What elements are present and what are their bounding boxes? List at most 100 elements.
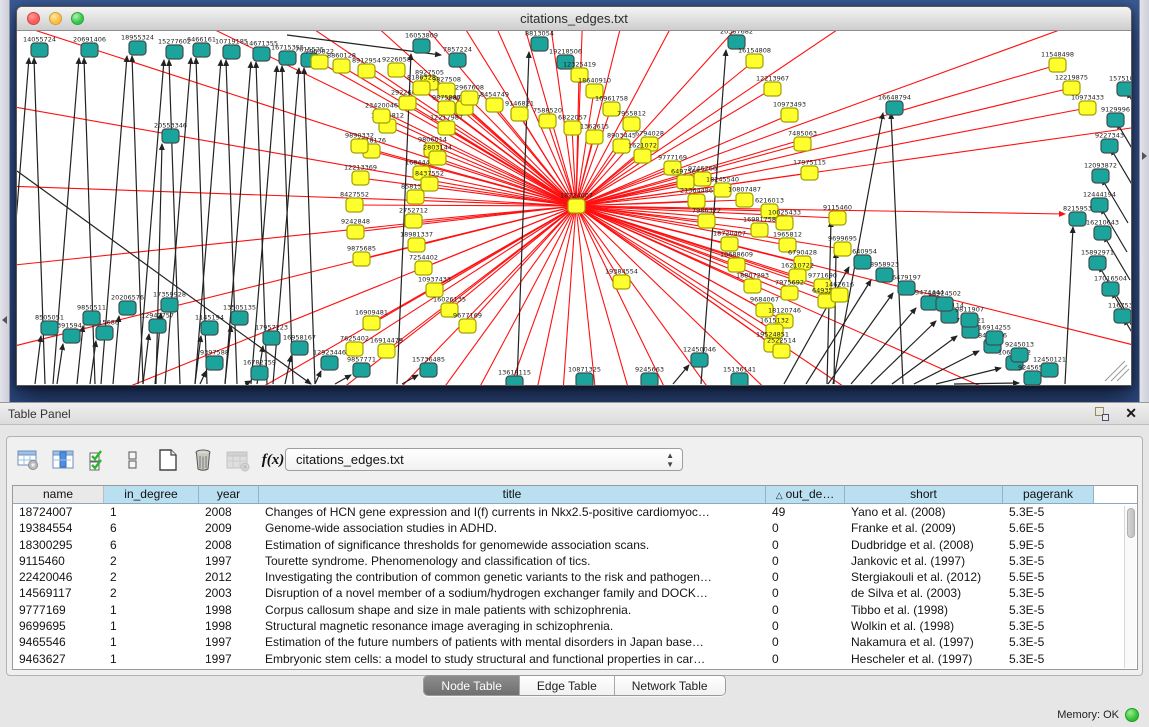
citation-network-graph[interactable]: 1405572420691406189553241527760264661611… bbox=[17, 31, 1131, 385]
svg-text:13618115: 13618115 bbox=[498, 369, 531, 377]
close-panel-icon[interactable]: ✕ bbox=[1125, 405, 1137, 422]
table-row[interactable]: 977716911998Corpus callosum shape and si… bbox=[13, 602, 1137, 618]
vertical-scrollbar[interactable] bbox=[1124, 506, 1136, 668]
table-row[interactable]: 911546021997Tourette syndrome. Phenomeno… bbox=[13, 553, 1137, 569]
table-row[interactable]: 1830029562008Estimation of significance … bbox=[13, 537, 1137, 553]
svg-text:17975115: 17975115 bbox=[793, 159, 826, 167]
graph-node-yellow[interactable]: 9146821 bbox=[505, 100, 534, 122]
network-window[interactable]: citations_edges.txt 14055724 20691406 1895… bbox=[16, 6, 1132, 386]
column-header-title[interactable]: title bbox=[259, 486, 766, 503]
collapse-left-icon[interactable] bbox=[2, 316, 7, 324]
column-header-year[interactable]: year bbox=[199, 486, 259, 503]
graph-node-teal[interactable]: 13618115 bbox=[498, 369, 531, 386]
svg-text:16909481: 16909481 bbox=[355, 309, 388, 317]
graph-node-teal[interactable]: 10871325 bbox=[568, 366, 601, 386]
svg-text:15736485: 15736485 bbox=[412, 356, 445, 364]
graph-node-yellow[interactable]: 8427552 bbox=[340, 191, 369, 213]
graph-node-teal[interactable]: 9227343 bbox=[1095, 132, 1124, 154]
create-column-icon[interactable] bbox=[155, 447, 181, 473]
column-header-indegree[interactable]: in_degree bbox=[104, 486, 199, 503]
graph-node-teal[interactable]: 15751074 bbox=[1109, 75, 1131, 97]
graph-node-teal[interactable]: 20206576 bbox=[111, 294, 144, 316]
graph-node-teal[interactable]: 9397588 bbox=[200, 349, 229, 371]
right-panel-splitter[interactable] bbox=[1139, 0, 1149, 402]
table-row[interactable]: 1456911722003Disruption of a novel membe… bbox=[13, 585, 1137, 601]
graph-node-teal[interactable]: 6466161 bbox=[187, 36, 216, 58]
svg-text:18640910: 18640910 bbox=[578, 77, 611, 85]
graph-node-yellow[interactable]: 9677169 bbox=[453, 312, 482, 334]
network-window-titlebar[interactable]: citations_edges.txt bbox=[17, 7, 1131, 31]
graph-node-teal[interactable]: 10719185 bbox=[215, 38, 248, 60]
attribute-table[interactable]: namein_degreeyeartitle△out_de…shortpager… bbox=[12, 485, 1138, 670]
table-row[interactable]: 969969511998Structural magnetic resonanc… bbox=[13, 618, 1137, 634]
tab-edge-table[interactable]: Edge Table bbox=[520, 676, 615, 695]
tab-node-table[interactable]: Node Table bbox=[424, 676, 520, 695]
table-row[interactable]: 2242004622012Investigating the contribut… bbox=[13, 569, 1137, 585]
graph-node-teal[interactable]: 7857224 bbox=[443, 46, 472, 68]
table-row[interactable]: 946554611997Estimation of the future num… bbox=[13, 634, 1137, 650]
network-view-canvas[interactable]: 1405572420691406189553241527760264661611… bbox=[17, 31, 1131, 385]
table-cell: 1 bbox=[104, 602, 199, 618]
collapse-right-icon[interactable] bbox=[1142, 152, 1147, 160]
graph-node-teal[interactable]: 16782759 bbox=[243, 359, 276, 381]
graph-node-teal[interactable]: 1167533 bbox=[1108, 302, 1131, 324]
graph-node-yellow[interactable]: 12213967 bbox=[756, 75, 789, 97]
float-panel-icon[interactable] bbox=[1095, 407, 1109, 421]
graph-node-teal[interactable]: 17016504 bbox=[1094, 275, 1127, 297]
graph-node-yellow[interactable]: 10973493 bbox=[773, 101, 806, 123]
graph-node-teal[interactable]: 9245663 bbox=[635, 366, 664, 386]
left-panel-splitter[interactable] bbox=[0, 0, 10, 402]
graph-node-yellow[interactable]: 10973433 bbox=[1071, 94, 1104, 116]
graph-node-yellow[interactable]: 1362615 bbox=[580, 123, 609, 145]
table-select-dropdown[interactable]: citations_edges.txt ▲▼ bbox=[285, 448, 683, 471]
column-header-name[interactable]: name bbox=[13, 486, 104, 503]
graph-node-yellow[interactable]: 7485063 bbox=[788, 130, 817, 152]
column-header-outde[interactable]: △out_de… bbox=[766, 486, 845, 503]
graph-node-yellow[interactable]: 21364486 bbox=[680, 187, 713, 209]
graph-node-yellow[interactable]: 16909481 bbox=[355, 309, 388, 331]
svg-text:1145194: 1145194 bbox=[195, 314, 224, 322]
graph-node-yellow[interactable]: 12213369 bbox=[344, 164, 377, 186]
show-columns-icon[interactable] bbox=[50, 447, 76, 473]
graph-node-teal[interactable]: 15892971 bbox=[1081, 249, 1114, 271]
graph-node-teal[interactable]: 12450046 bbox=[683, 346, 716, 368]
graph-node-teal[interactable]: 18955324 bbox=[121, 34, 154, 56]
graph-node-yellow[interactable]: 17975115 bbox=[793, 159, 826, 181]
column-header-short[interactable]: short bbox=[845, 486, 1003, 503]
graph-node-yellow[interactable]: 12219875 bbox=[1055, 74, 1088, 96]
graph-node-teal[interactable]: 16053809 bbox=[405, 32, 438, 54]
graph-node-yellow[interactable]: 9115460 bbox=[823, 204, 852, 226]
table-row[interactable]: 946362711997Embryonic stem cells: a mode… bbox=[13, 651, 1137, 667]
graph-node-teal[interactable]: 12923446 bbox=[313, 349, 346, 371]
table-tabs: Node Table Edge Table Network Table bbox=[0, 675, 1149, 699]
scrollbar-thumb[interactable] bbox=[1127, 508, 1135, 538]
select-all-icon[interactable] bbox=[85, 447, 111, 473]
function-builder-icon[interactable]: f(x) bbox=[260, 447, 286, 473]
graph-node-yellow[interactable]: 12217987 bbox=[430, 114, 463, 136]
row-options-icon[interactable] bbox=[120, 447, 146, 473]
table-cell: 49 bbox=[766, 504, 845, 520]
table-cell: 19384554 bbox=[13, 520, 104, 536]
table-row[interactable]: 1872400712008Changes of HCN gene express… bbox=[13, 504, 1137, 520]
graph-node-teal[interactable]: 16648794 bbox=[878, 94, 911, 116]
graph-node-yellow[interactable]: 19384554 bbox=[605, 268, 638, 290]
svg-text:16782759: 16782759 bbox=[243, 359, 276, 367]
graph-node-yellow[interactable]: 9875685 bbox=[347, 245, 376, 267]
graph-node-teal[interactable]: 9129996 bbox=[1101, 106, 1130, 128]
svg-text:7485063: 7485063 bbox=[788, 130, 817, 138]
graph-node-teal[interactable]: 13505135 bbox=[223, 304, 256, 326]
table-mode-icon[interactable] bbox=[15, 447, 41, 473]
table-cell: 0 bbox=[766, 520, 845, 536]
edge bbox=[17, 206, 576, 300]
graph-node-teal[interactable]: 14055724 bbox=[23, 36, 56, 58]
graph-node-teal[interactable]: 20691406 bbox=[73, 36, 106, 58]
graph-node-yellow[interactable]: 16154808 bbox=[738, 47, 771, 69]
graph-node-teal[interactable]: 12093872 bbox=[1084, 162, 1117, 184]
table-row[interactable]: 1938455462009Genome-wide association stu… bbox=[13, 520, 1137, 536]
svg-text:9129996: 9129996 bbox=[1101, 106, 1130, 114]
graph-node-teal[interactable]: 15736485 bbox=[412, 356, 445, 378]
delete-column-icon[interactable] bbox=[190, 447, 216, 473]
graph-node-teal[interactable]: 16958167 bbox=[283, 334, 316, 356]
column-header-pagerank[interactable]: pagerank bbox=[1003, 486, 1094, 503]
tab-network-table[interactable]: Network Table bbox=[615, 676, 725, 695]
